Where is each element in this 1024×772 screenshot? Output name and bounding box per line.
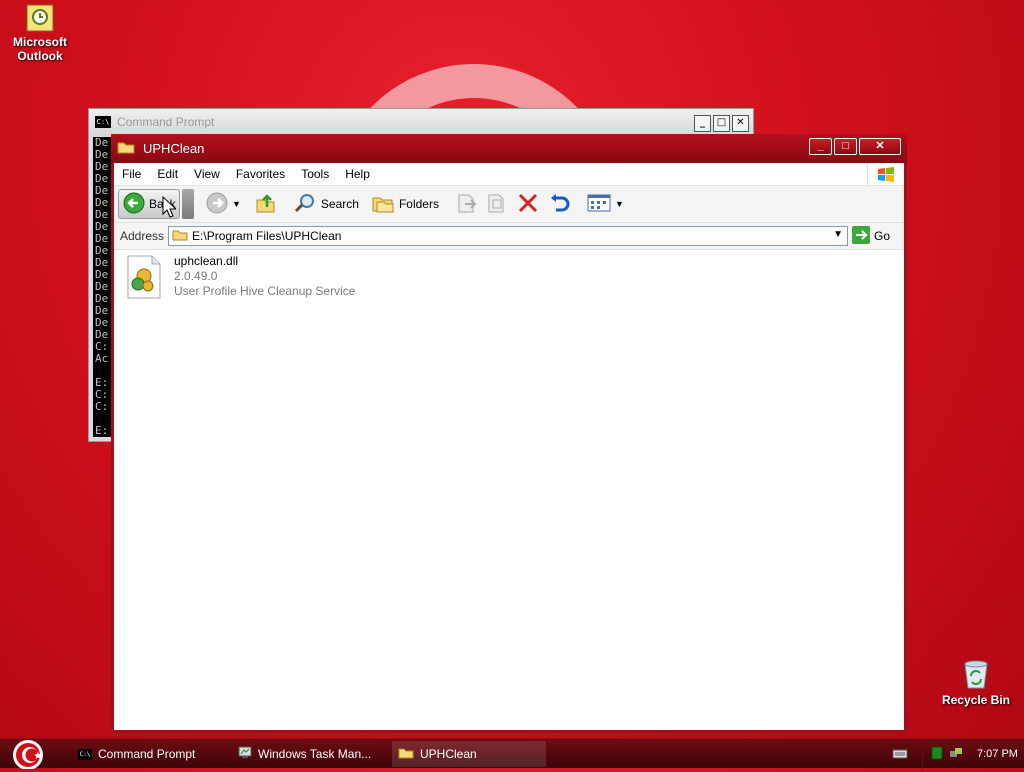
explorer-close-button[interactable]: ✕ — [859, 138, 901, 155]
search-icon — [293, 192, 317, 217]
cmd-icon: C:\ — [95, 116, 111, 128]
file-version: 2.0.49.0 — [174, 269, 218, 283]
copy-to-button[interactable] — [485, 192, 507, 217]
menu-file[interactable]: File — [114, 167, 149, 181]
undo-icon — [547, 192, 571, 217]
task-label-uphclean: UPHClean — [420, 747, 477, 761]
delete-icon — [517, 192, 539, 217]
outlook-icon — [26, 4, 54, 32]
cmd-maximize-button[interactable]: □ — [713, 115, 730, 132]
folders-button[interactable]: Folders — [371, 193, 439, 216]
outlook-label: Microsoft Outlook — [13, 35, 67, 63]
keyboard-icon[interactable] — [892, 748, 908, 763]
undo-button[interactable] — [547, 192, 571, 217]
tray-network-icon[interactable] — [949, 746, 963, 763]
dll-file-icon — [126, 254, 164, 303]
views-button[interactable]: ▼ — [587, 193, 624, 216]
cmd-close-button[interactable]: ✕ — [732, 115, 749, 132]
start-button[interactable] — [8, 739, 48, 770]
explorer-minimize-button[interactable]: _ — [809, 138, 832, 155]
task-label-cmd: Command Prompt — [98, 747, 196, 761]
menu-tools[interactable]: Tools — [293, 167, 337, 181]
folder-icon — [117, 140, 135, 157]
forward-dropdown-icon[interactable]: ▼ — [232, 199, 241, 209]
search-label: Search — [320, 197, 359, 211]
clock[interactable]: 7:07 PM — [977, 748, 1018, 760]
cmd-task-icon: C:\ — [78, 748, 92, 760]
go-label: Go — [874, 229, 891, 243]
search-button[interactable]: Search — [293, 192, 359, 217]
copy-to-icon — [485, 192, 507, 217]
forward-button[interactable]: ▼ — [206, 192, 241, 217]
task-label-task-manager: Windows Task Man... — [258, 747, 372, 761]
up-folder-icon — [255, 192, 277, 217]
address-input[interactable]: E:\Program Files\UPHClean ▼ — [168, 226, 849, 246]
views-dropdown-icon[interactable]: ▼ — [615, 199, 624, 209]
file-item-uphclean-dll[interactable]: uphclean.dll 2.0.49.0 User Profile Hive … — [126, 254, 355, 303]
back-arrow-icon — [123, 192, 145, 217]
go-arrow-icon — [852, 225, 871, 247]
system-tray: 7:07 PM — [922, 739, 1024, 769]
explorer-title: UPHClean — [143, 141, 205, 156]
explorer-title-bar[interactable]: UPHClean _ □ ✕ — [111, 134, 907, 163]
forward-arrow-icon — [206, 192, 228, 217]
menu-favorites[interactable]: Favorites — [228, 167, 293, 181]
move-to-icon — [455, 192, 477, 217]
desktop-icon-outlook[interactable]: Microsoft Outlook — [8, 4, 72, 63]
views-icon — [587, 193, 611, 216]
folders-icon — [371, 193, 395, 216]
back-dropdown-button[interactable] — [182, 189, 194, 219]
toolbar: Back ▼ Search Folders ▼ — [114, 186, 904, 223]
task-command-prompt[interactable]: C:\ Command Prompt — [72, 741, 228, 767]
explorer-window[interactable]: UPHClean _ □ ✕ File Edit View Favorites … — [111, 134, 907, 733]
explorer-maximize-button[interactable]: □ — [834, 138, 857, 155]
tray-monitor-icon[interactable] — [931, 746, 943, 763]
file-name: uphclean.dll — [174, 254, 239, 268]
windows-logo-icon — [867, 163, 904, 185]
delete-button[interactable] — [517, 192, 539, 217]
address-label: Address — [120, 229, 165, 243]
folder-task-icon — [398, 746, 414, 762]
mouse-cursor-icon — [162, 195, 178, 221]
up-folder-button[interactable] — [255, 192, 277, 217]
cmd-title-bar[interactable]: C:\ Command Prompt — [89, 109, 753, 135]
move-to-button[interactable] — [455, 192, 477, 217]
address-dropdown-icon[interactable]: ▼ — [833, 229, 843, 240]
cmd-title: Command Prompt — [117, 115, 215, 129]
menu-help[interactable]: Help — [337, 167, 378, 181]
folders-label: Folders — [398, 197, 439, 211]
address-bar: Address E:\Program Files\UPHClean ▼ Go — [114, 223, 904, 250]
recycle-bin-icon — [961, 658, 991, 690]
menu-view[interactable]: View — [186, 167, 228, 181]
address-folder-icon — [172, 228, 188, 244]
go-button[interactable]: Go — [852, 225, 891, 247]
cmd-minimize-button[interactable]: _ — [694, 115, 711, 132]
task-manager-icon — [238, 746, 252, 762]
task-task-manager[interactable]: Windows Task Man... — [232, 741, 388, 767]
file-description: User Profile Hive Cleanup Service — [174, 284, 356, 298]
taskbar: C:\ Command Prompt Windows Task Man... U… — [0, 738, 1024, 770]
menu-edit[interactable]: Edit — [149, 167, 186, 181]
task-uphclean[interactable]: UPHClean — [392, 741, 546, 767]
recycle-bin-label: Recycle Bin — [941, 693, 1011, 707]
desktop-icon-recycle-bin[interactable]: Recycle Bin — [940, 658, 1012, 707]
address-value: E:\Program Files\UPHClean — [192, 229, 342, 243]
menu-bar: File Edit View Favorites Tools Help — [114, 163, 904, 186]
